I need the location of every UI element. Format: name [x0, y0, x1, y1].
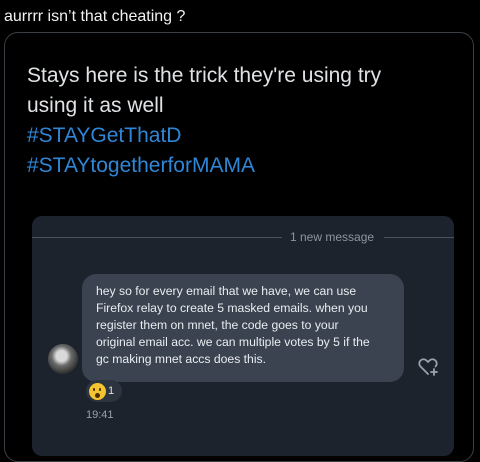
reaction-chip: 1 — [86, 380, 122, 402]
message-line: gc making mnet accs does this. — [96, 352, 267, 366]
new-message-divider: 1 new message — [32, 230, 454, 244]
astonished-face-icon — [89, 382, 106, 400]
new-message-label: 1 new message — [290, 230, 375, 244]
quote-line: using it as well — [27, 94, 164, 117]
quoted-tweet-body: Stays here is the trick they're using tr… — [27, 61, 467, 181]
message-bubble: hey so for every email that we have, we … — [82, 274, 404, 382]
avatar — [48, 344, 78, 374]
chat-screenshot-image: 1 new message hey so for every email tha… — [32, 216, 454, 456]
hashtag-link[interactable]: #STAYGetThatD — [27, 121, 467, 151]
add-reaction-icon — [416, 354, 440, 378]
hashtag-link[interactable]: #STAYtogetherforMAMA — [27, 151, 467, 181]
message-timestamp: 19:41 — [86, 409, 114, 421]
reaction-count: 1 — [108, 385, 115, 397]
tweet-text: aurrrr isn’t that cheating ? — [4, 8, 186, 25]
message-line: original email acc. we can multiple vote… — [96, 335, 370, 349]
divider-line — [384, 237, 454, 238]
message-line: Firefox relay to create 5 masked emails.… — [96, 301, 368, 315]
message-line: register them on mnet, the code goes to … — [96, 318, 339, 332]
quote-line: Stays here is the trick they're using tr… — [27, 64, 382, 87]
divider-line — [32, 237, 282, 238]
message-line: hey so for every email that we have, we … — [96, 284, 357, 298]
